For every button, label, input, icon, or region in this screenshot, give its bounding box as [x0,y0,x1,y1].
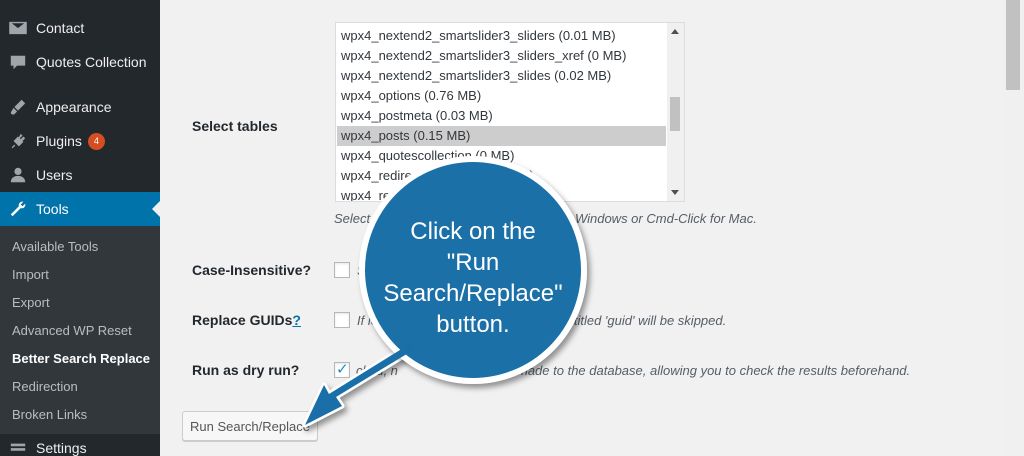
callout-line: "Run [446,249,500,276]
table-option[interactable]: wpx4_postmeta (0.03 MB) [337,106,666,126]
dry-run-label: Run as dry run? [192,362,300,378]
paintbrush-icon [0,98,36,116]
callout-line: Click on the [410,218,536,245]
submenu-item-better-search-replace[interactable]: Better Search Replace [12,351,150,366]
sidebar-item-label: Settings [36,440,87,456]
plug-icon [0,132,36,150]
table-option-selected[interactable]: wpx4_posts (0.15 MB) [337,126,666,146]
dry-run-checkbox[interactable] [334,360,350,378]
sidebar-item-settings[interactable]: Settings [0,440,160,456]
table-option[interactable]: wpx4_nextend2_smartslider3_sliders (0.01… [337,26,666,46]
callout-line: Search/Replace" [383,280,563,307]
table-option[interactable]: wpx4_redirectio [337,166,457,186]
submenu-item-import[interactable]: Import [12,267,49,282]
sidebar-item-plugins[interactable]: Plugins 4 [0,124,160,158]
sidebar-item-appearance[interactable]: Appearance [0,90,160,124]
submenu-item-broken-links[interactable]: Broken Links [12,407,87,422]
table-option[interactable]: wpx4_quotescollection (0 MB) [337,146,666,166]
dry-run-desc-start: cked, n [356,363,398,378]
callout-line: button. [436,311,510,338]
tools-submenu: Available Tools Import Export Advanced W… [0,226,160,434]
settings-icon [0,440,36,456]
scroll-down-arrow-icon[interactable] [671,190,679,195]
scroll-up-arrow-icon[interactable] [671,29,679,34]
submenu-item-advanced-wp-reset[interactable]: Advanced WP Reset [12,323,132,338]
sidebar-item-contact[interactable]: Contact [0,11,160,45]
select-scrollbar[interactable] [667,23,684,201]
case-insensitive-checkbox[interactable] [334,262,350,278]
page-scrollbar[interactable] [1002,0,1024,456]
dry-run-desc-end: made to the database, allowing you to ch… [517,363,911,378]
wrench-icon [0,200,36,218]
replace-guids-label: Replace GUIDs? [192,312,301,328]
sidebar-item-label: Users [36,167,73,183]
replace-guids-text: Replace GUIDs [192,312,293,328]
callout-text: Click on the "Run Search/Replace" button… [370,216,576,340]
scrollbar-thumb[interactable] [1006,0,1020,90]
user-icon [0,166,36,184]
sidebar-item-quotes-collection[interactable]: Quotes Collection [0,45,160,79]
replace-guids-desc-end: e titled 'guid' will be skipped. [563,313,727,328]
envelope-icon [0,19,36,37]
sidebar-item-users[interactable]: Users [0,158,160,192]
select-scrollbar-thumb[interactable] [670,97,680,131]
submenu-item-export[interactable]: Export [12,295,50,310]
replace-guids-checkbox[interactable] [334,312,350,328]
sidebar-item-tools[interactable]: Tools [0,192,160,226]
replace-guids-help-link[interactable]: ? [292,312,301,328]
case-insensitive-label: Case-Insensitive? [192,262,312,278]
admin-sidebar: Contact Quotes Collection Appearance Plu… [0,0,160,456]
submenu-item-available-tools[interactable]: Available Tools [12,239,98,254]
sidebar-item-label: Plugins [36,133,82,149]
sidebar-item-label: Contact [36,20,85,36]
table-option[interactable]: wpx4_options (0.76 MB) [337,86,666,106]
table-option[interactable]: wpx4_nextend2_smartslider3_slides (0.02 … [337,66,666,86]
sidebar-item-label: Quotes Collection [36,54,147,70]
sidebar-item-label: Tools [36,201,69,217]
submenu-item-redirection[interactable]: Redirection [12,379,78,394]
table-option[interactable]: wpx4_nextend2_smartslider3_sliders_xref … [337,46,666,66]
sidebar-item-label: Appearance [36,99,112,115]
select-tables-label: Select tables [192,118,278,134]
update-count-badge: 4 [87,132,105,150]
run-search-replace-button[interactable]: Run Search/Replace [182,411,318,441]
tables-select[interactable]: wpx4_nextend2_smartslider3_sliders (0.01… [335,22,685,202]
select-tables-hint-end: r Windows or Cmd-Click for Mac. [567,211,757,226]
table-option-tail: MB) [510,168,534,183]
comment-icon [0,53,36,71]
table-option[interactable]: wpx4_redi [337,186,417,201]
